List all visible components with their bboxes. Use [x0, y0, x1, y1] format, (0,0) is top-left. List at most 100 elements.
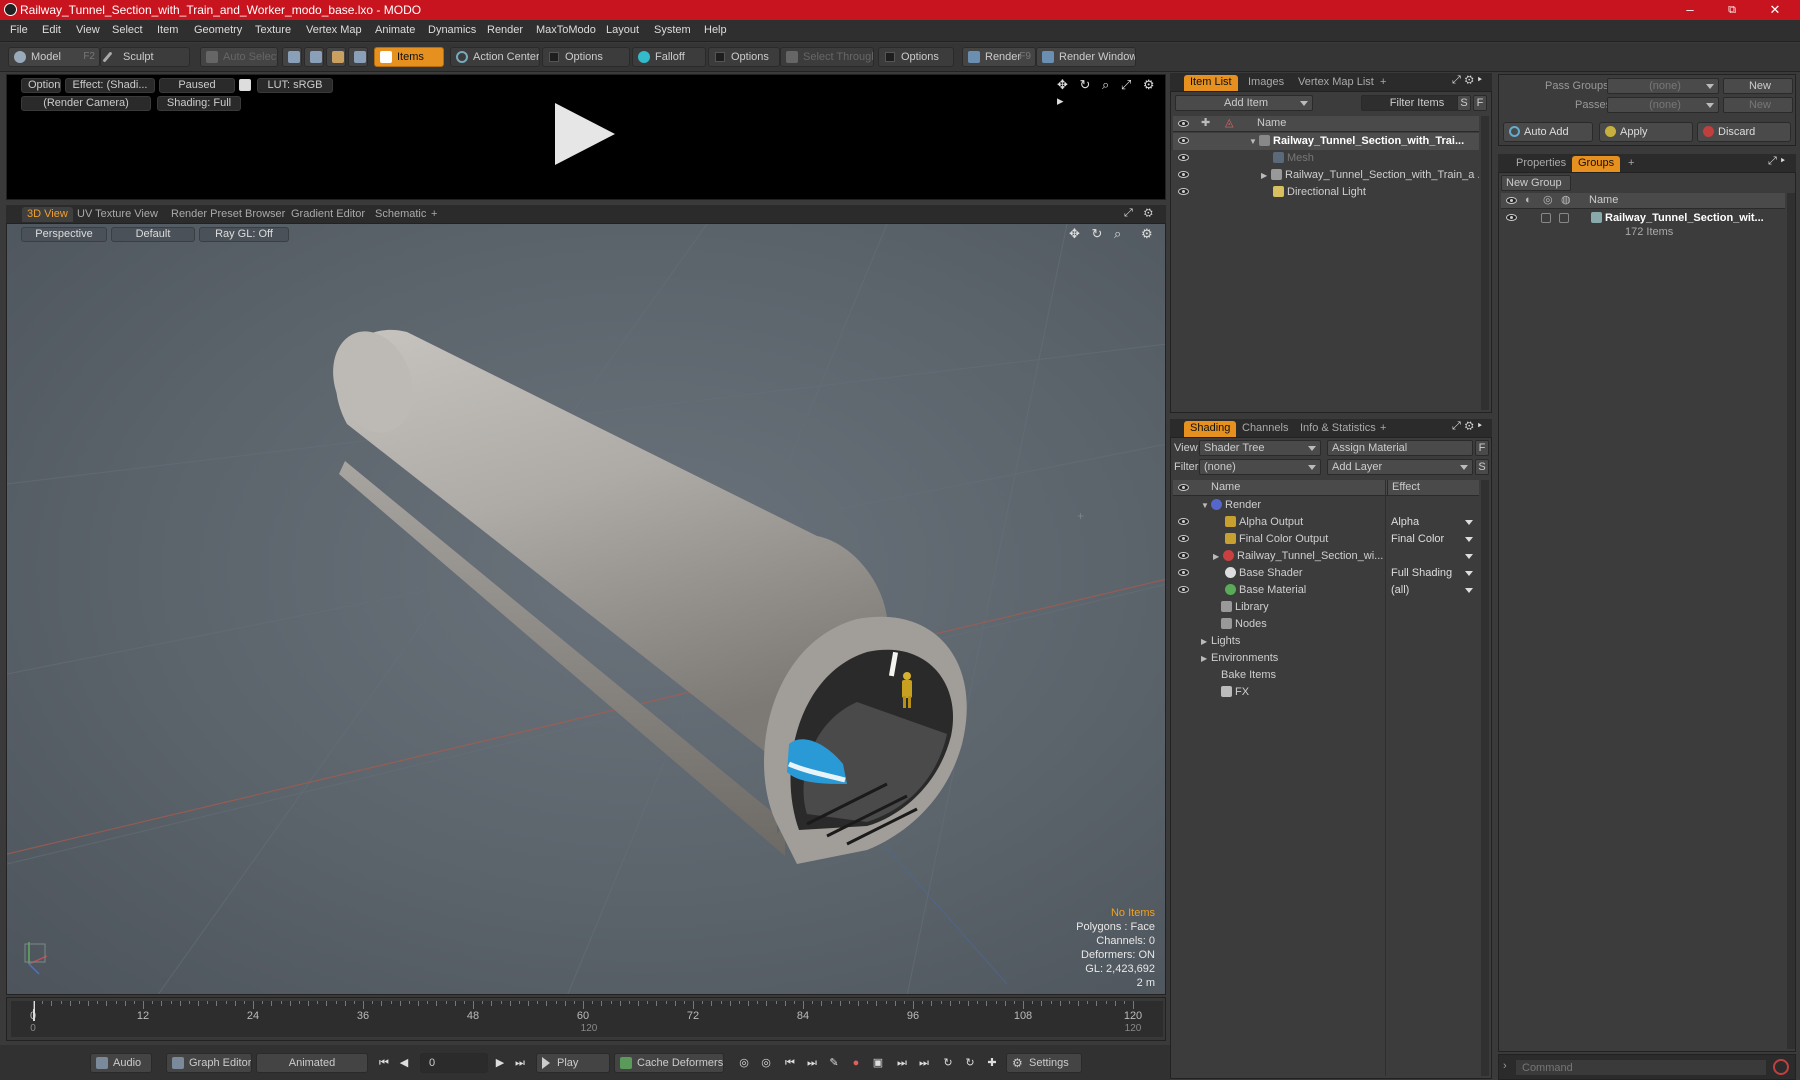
visibility-icon[interactable]	[1178, 569, 1189, 576]
3d-viewport[interactable]: Perspective Default Ray GL: Off ✥ ↻ ⌕ ⚙	[6, 223, 1166, 995]
pass-groups-dropdown[interactable]: (none)	[1607, 78, 1719, 94]
shading-dropdown[interactable]: Shading: Full	[157, 96, 241, 111]
action-center-button[interactable]: Action Center	[450, 47, 540, 67]
menu-render[interactable]: Render	[487, 24, 523, 36]
next-key-icon[interactable]: ⏭	[804, 1055, 820, 1071]
visibility-icon[interactable]	[1178, 552, 1189, 559]
item-list-controls[interactable]: ⤢⚙▸	[1452, 74, 1486, 87]
visibility-icon[interactable]	[1178, 154, 1189, 161]
preview-view-controls[interactable]: ✥ ↻ ⌕ ⤢ ⚙ ▸	[1057, 77, 1165, 109]
action-center-options-button[interactable]: Options	[542, 47, 630, 67]
filter-f-button[interactable]: F	[1473, 95, 1487, 111]
shader-tree-row[interactable]: Base Shader Full Shading	[1173, 565, 1479, 582]
tab-3d-view[interactable]: 3D View	[22, 207, 73, 222]
add-panel-tab[interactable]: +	[1622, 156, 1640, 172]
tab-vertex-map-list[interactable]: Vertex Map List	[1292, 75, 1380, 91]
select-through-button[interactable]: Select Through	[780, 47, 874, 67]
groups-scrollbar[interactable]	[1787, 193, 1795, 1049]
maximize-button[interactable]: ⧉	[1712, 0, 1752, 20]
item-list-row[interactable]: Mesh	[1173, 150, 1479, 167]
shading-controls[interactable]: ⤢⚙▸	[1452, 420, 1486, 433]
play-icon[interactable]	[555, 103, 615, 165]
shader-tree-row[interactable]: Alpha Output Alpha	[1173, 514, 1479, 531]
visibility-icon[interactable]	[1178, 171, 1189, 178]
timeline[interactable]: 0 12 24 36 48 60 72 84 96 108 120 0 120 …	[6, 997, 1166, 1041]
step-back-icon[interactable]: ◀	[396, 1055, 412, 1071]
shader-tree-row[interactable]: Nodes	[1173, 616, 1479, 633]
shader-tree-row[interactable]: ▶ Railway_Tunnel_Section_wi...	[1173, 548, 1479, 565]
tab-groups[interactable]: Groups	[1572, 156, 1621, 172]
select-through-options-checkbox[interactable]	[885, 52, 895, 62]
record-icon[interactable]: ●	[848, 1055, 864, 1071]
shader-tree-row[interactable]: Bake Items	[1173, 667, 1479, 684]
go-to-start-icon[interactable]: ⏮	[376, 1055, 392, 1071]
passes-dropdown[interactable]: (none)	[1607, 97, 1719, 113]
preview-effect-dropdown[interactable]: Effect: (Shadi...	[65, 78, 155, 93]
apply-button[interactable]: Apply	[1599, 122, 1693, 142]
items-mode-button[interactable]: Items	[374, 47, 444, 67]
shader-tree-row[interactable]: Library	[1173, 599, 1479, 616]
loop-icon[interactable]: ↻	[940, 1055, 956, 1071]
shading-filter-dropdown[interactable]: (none)	[1199, 459, 1321, 475]
polygons-mode-button[interactable]	[326, 47, 346, 67]
skip-end-icon[interactable]: ⏭	[916, 1055, 932, 1071]
frame-input[interactable]: 0	[420, 1053, 488, 1073]
item-list-row[interactable]: ▼ Railway_Tunnel_Section_with_Trai...	[1173, 133, 1479, 150]
snap-icon[interactable]: ✚	[984, 1055, 1000, 1071]
item-list-scrollbar[interactable]	[1481, 116, 1489, 410]
menu-animate[interactable]: Animate	[375, 24, 415, 36]
auto-select-button[interactable]: Auto Select	[200, 47, 278, 67]
select-through-options-button[interactable]: Options	[878, 47, 954, 67]
render-window-button[interactable]: Render Window	[1036, 47, 1136, 67]
group-select-checkbox[interactable]	[1559, 213, 1569, 223]
close-button[interactable]: ✕	[1755, 0, 1795, 20]
key-settings-icon[interactable]: ▣	[870, 1055, 886, 1071]
item-list-row[interactable]: ▶ Railway_Tunnel_Section_with_Train_a ...	[1173, 167, 1479, 184]
visibility-icon[interactable]	[1178, 586, 1189, 593]
play-button[interactable]: Play	[536, 1053, 610, 1073]
new-pass-button[interactable]: New	[1723, 97, 1793, 113]
auto-add-button[interactable]: Auto Add	[1503, 122, 1593, 142]
add-layer-dropdown[interactable]: Add Layer	[1327, 459, 1473, 475]
groups-controls[interactable]: ⤢▸	[1768, 155, 1789, 168]
falloff-options-button[interactable]: Options	[708, 47, 780, 67]
add-tab-button[interactable]: +	[426, 207, 442, 222]
menu-view[interactable]: View	[76, 24, 100, 36]
shader-tree-dropdown[interactable]: Shader Tree	[1199, 440, 1321, 456]
shading-f-button[interactable]: F	[1475, 440, 1489, 456]
prev-key-icon[interactable]: ⏮	[782, 1055, 798, 1071]
settings-button[interactable]: ⚙ Settings	[1006, 1053, 1082, 1073]
filter-s-button[interactable]: S	[1457, 95, 1471, 111]
step-forward-icon[interactable]: ▶	[492, 1055, 508, 1071]
add-item-dropdown[interactable]: Add Item	[1175, 95, 1313, 111]
render-button[interactable]: Render F9	[962, 47, 1036, 67]
new-group-button[interactable]: New Group	[1501, 175, 1571, 191]
falloff-options-checkbox[interactable]	[715, 52, 725, 62]
assign-material-button[interactable]: Assign Material	[1327, 440, 1473, 456]
tab-properties[interactable]: Properties	[1510, 156, 1572, 172]
falloff-button[interactable]: Falloff	[632, 47, 706, 67]
options-checkbox[interactable]	[549, 52, 559, 62]
shader-tree-row[interactable]: Base Material (all)	[1173, 582, 1479, 599]
menu-file[interactable]: File	[10, 24, 28, 36]
tab-render-preset-browser[interactable]: Render Preset Browser	[166, 207, 290, 222]
menu-geometry[interactable]: Geometry	[194, 24, 242, 36]
materials-mode-button[interactable]	[348, 47, 368, 67]
visibility-icon[interactable]	[1506, 214, 1517, 221]
add-panel-tab[interactable]: +	[1374, 421, 1392, 437]
menu-select[interactable]: Select	[112, 24, 143, 36]
shader-tree-row[interactable]: ▼ Render	[1173, 497, 1479, 514]
menu-edit[interactable]: Edit	[42, 24, 61, 36]
filter-items-input[interactable]: Filter Items	[1361, 95, 1469, 111]
timeline-ruler[interactable]: 0 12 24 36 48 60 72 84 96 108 120 0 120 …	[11, 1001, 1163, 1037]
sculpt-mode-button[interactable]: Sculpt	[100, 47, 190, 67]
lock-icon[interactable]	[239, 79, 251, 91]
tab-schematic[interactable]: Schematic	[370, 207, 431, 222]
shader-tree-row[interactable]: ▶ Environments	[1173, 650, 1479, 667]
command-input[interactable]	[1515, 1059, 1767, 1076]
menu-item[interactable]: Item	[157, 24, 178, 36]
key-edit-icon[interactable]: ✎	[826, 1055, 842, 1071]
tab-shading[interactable]: Shading	[1184, 421, 1237, 437]
visibility-icon[interactable]	[1178, 518, 1189, 525]
skip-icon[interactable]: ⏭	[894, 1055, 910, 1071]
